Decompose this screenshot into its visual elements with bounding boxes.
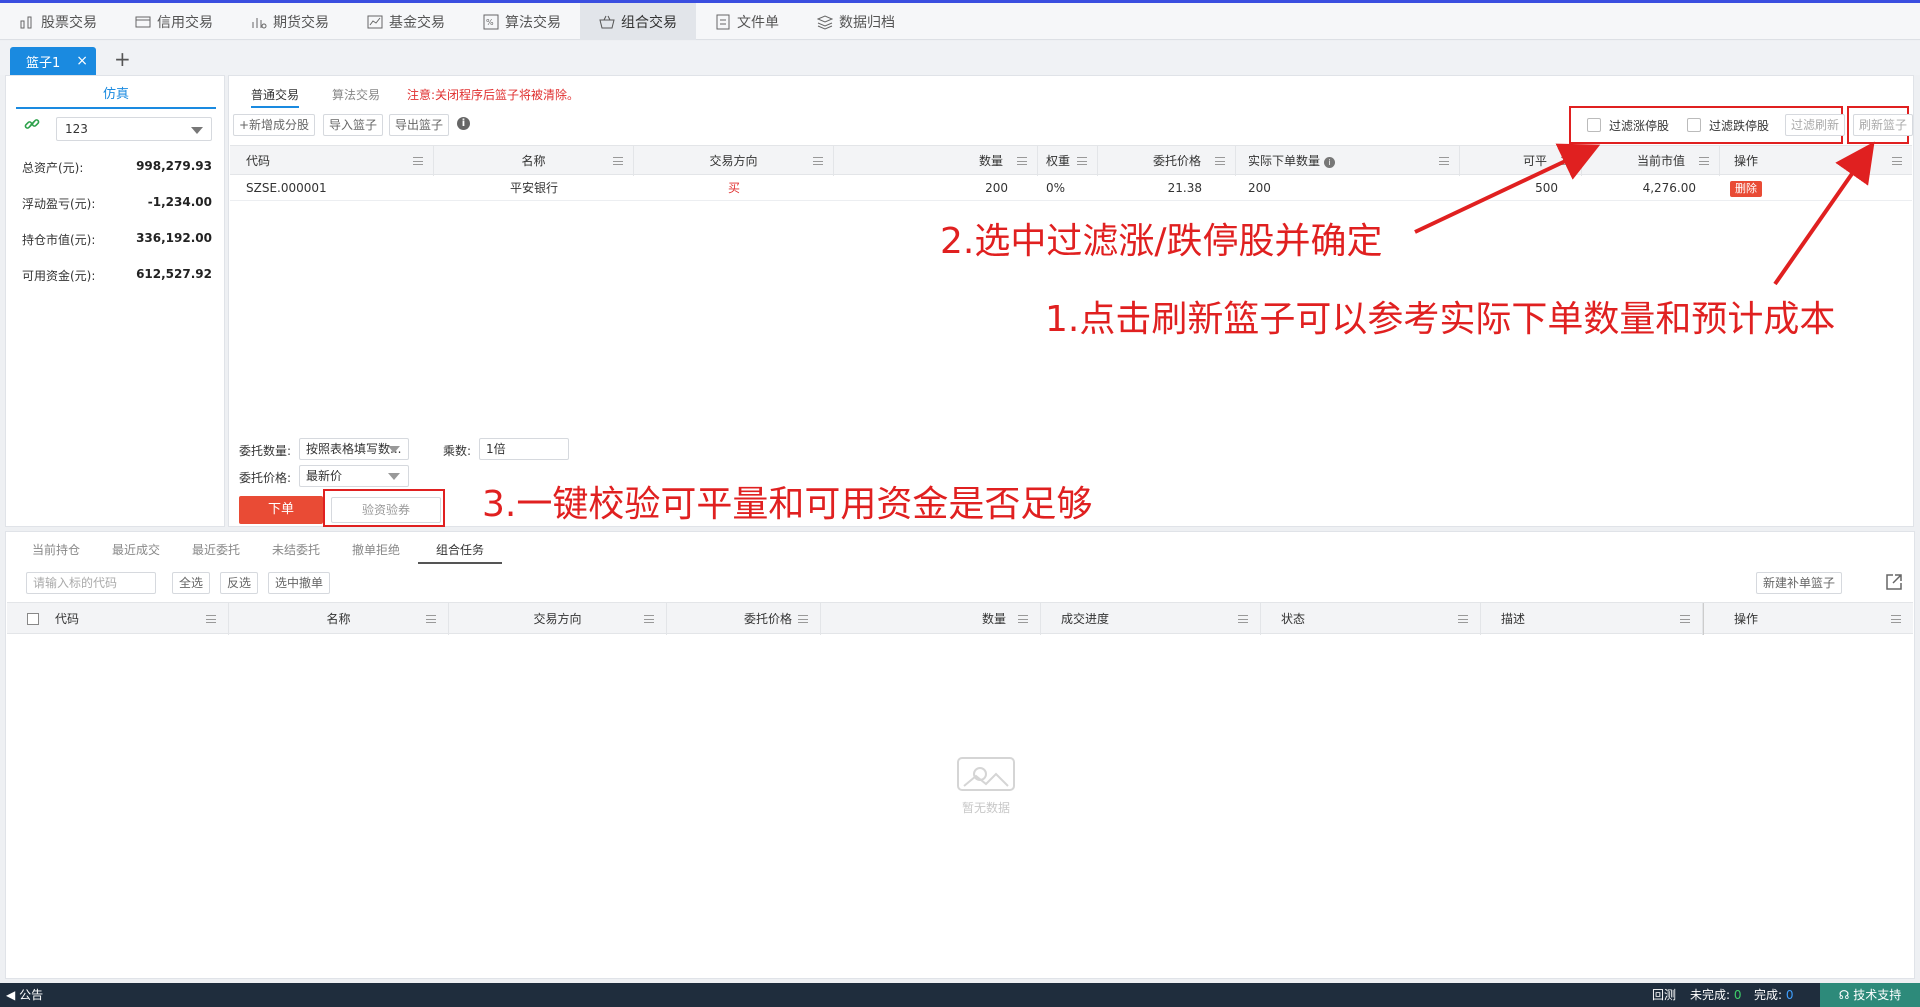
empty-box-icon [957,757,1015,791]
col-task-status-label: 状态 [1281,612,1306,626]
tab-cancel-rejects[interactable]: 撤单拒绝 [352,536,400,564]
col-task-status[interactable]: 状态 [1261,603,1481,635]
headset-icon: ☊ [1838,988,1850,1002]
task-table-header: 代码 名称 交易方向 委托价格 数量 成交进度 状态 描述 操作 [7,602,1913,635]
col-task-side[interactable]: 交易方向 [449,603,667,635]
announcement-label: 公告 [19,988,44,1002]
arrow-to-refresh [1773,141,1875,286]
status-bar: ◀ 公告 回测 未完成: 0 完成: 0 ☊ 技术支持 [0,983,1920,1007]
col-task-name-label: 名称 [326,612,351,626]
tech-support-button[interactable]: ☊ 技术支持 [1820,983,1920,1007]
empty-text: 暂无数据 [961,801,1010,815]
symbol-search-input[interactable]: 请输入标的代码 [26,572,156,594]
select-all-checkbox[interactable] [27,613,39,625]
done-count: 完成: 0 [1754,983,1794,1007]
pending-count: 未完成: 0 [1690,983,1742,1007]
col-task-name[interactable]: 名称 [229,603,449,635]
new-supplement-basket-button[interactable]: 新建补单篮子 [1756,572,1843,594]
col-task-desc-label: 描述 [1501,612,1526,626]
arrow-to-filter [1414,143,1601,234]
tech-support-label: 技术支持 [1853,988,1902,1002]
col-task-price-label: 委托价格 [743,612,792,626]
col-task-progress[interactable]: 成交进度 [1041,603,1261,635]
col-task-desc[interactable]: 描述 [1481,603,1703,635]
invert-selection-button[interactable]: 反选 [220,572,259,594]
pending-value: 0 [1733,988,1742,1002]
menu-icon[interactable] [1458,615,1468,623]
menu-icon[interactable] [1238,615,1248,623]
col-task-code[interactable]: 代码 [7,603,229,635]
tab-recent-orders[interactable]: 最近委托 [192,536,240,564]
col-task-action-label: 操作 [1734,612,1759,626]
col-task-progress-label: 成交进度 [1061,612,1110,626]
select-all-button[interactable]: 全选 [172,572,211,594]
menu-icon[interactable] [1018,615,1028,623]
col-task-price[interactable]: 委托价格 [667,603,821,635]
backtest-label: 回测 [1652,988,1677,1002]
col-task-qty-label: 数量 [981,612,1006,626]
menu-icon[interactable] [1891,615,1901,623]
pending-label: 未完成: [1690,988,1731,1002]
col-task-code-label: 代码 [55,612,80,626]
col-task-qty[interactable]: 数量 [821,603,1041,635]
empty-state: 暂无数据 [931,752,1041,816]
menu-icon[interactable] [426,615,436,623]
external-link-icon[interactable] [1884,572,1904,592]
col-task-action[interactable]: 操作 [1703,603,1913,635]
done-label: 完成: [1754,988,1783,1002]
orders-bottom-panel: 当前持仓 最近成交 最近委托 未结委托 撤单拒绝 组合任务 请输入标的代码 全选… [5,531,1915,979]
menu-icon[interactable] [644,615,654,623]
menu-icon[interactable] [206,615,216,623]
col-task-side-label: 交易方向 [533,612,582,626]
menu-icon[interactable] [1680,615,1690,623]
tab-portfolio-tasks[interactable]: 组合任务 [418,536,503,564]
megaphone-icon: ◀ [6,988,16,1002]
tab-recent-fills[interactable]: 最近成交 [112,536,160,564]
announcement-link[interactable]: ◀ 公告 [6,983,43,1007]
done-value: 0 [1785,988,1794,1002]
tab-current-positions[interactable]: 当前持仓 [32,536,80,564]
cancel-selected-button[interactable]: 选中撤单 [268,572,331,594]
tab-open-orders[interactable]: 未结委托 [272,536,320,564]
menu-icon[interactable] [798,615,808,623]
